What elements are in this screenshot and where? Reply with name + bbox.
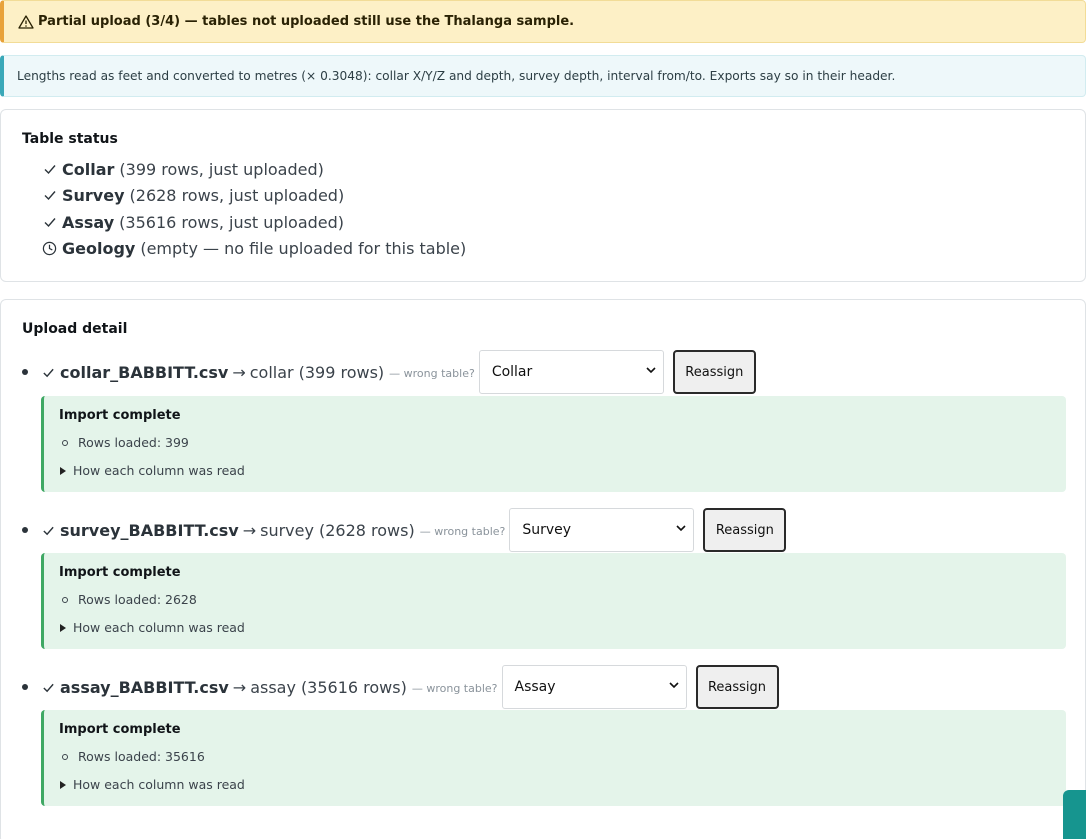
list-bullet	[22, 369, 28, 375]
rows-loaded-item: Rows loaded: 2628	[62, 592, 197, 607]
disclosure-triangle-icon	[60, 623, 66, 632]
table-select[interactable]: Assay	[501, 665, 687, 709]
upload-table-name: collar	[249, 362, 294, 382]
column-details-toggle[interactable]: How each column was read	[60, 620, 245, 635]
upload-detail-title: Upload detail	[22, 321, 128, 337]
upload-item-assay: assay_BABBITT.csv → assay (35616 rows) —…	[22, 665, 779, 709]
import-result-assay: Import complete Rows loaded: 35616 How e…	[41, 710, 1066, 806]
arrow-right-icon: →	[232, 677, 247, 697]
upload-detail-card: Upload detail collar_BABBITT.csv → colla…	[0, 299, 1086, 839]
status-item-detail: (35616 rows, just uploaded)	[119, 212, 345, 232]
check-icon	[41, 161, 58, 178]
table-select-value: Survey	[522, 522, 572, 538]
upload-item-survey: survey_BABBITT.csv → survey (2628 rows) …	[22, 508, 787, 552]
check-icon	[42, 365, 56, 379]
rows-loaded-text: Rows loaded: 399	[78, 435, 189, 450]
import-result-title: Import complete	[59, 565, 181, 580]
upload-filename: collar_BABBITT.csv	[60, 362, 229, 382]
status-item-name: Assay	[62, 212, 115, 232]
table-select-value: Collar	[491, 364, 533, 380]
wrong-table-label: — wrong table?	[389, 367, 475, 380]
upload-row-count: (399 rows)	[298, 362, 385, 382]
upload-table-name: assay	[250, 677, 296, 697]
upload-filename: survey_BABBITT.csv	[60, 520, 239, 540]
list-circle-icon	[62, 596, 68, 603]
chevron-down-icon	[675, 522, 687, 538]
list-bullet	[22, 527, 28, 533]
clock-icon	[41, 240, 58, 257]
reassign-button[interactable]: Reassign	[695, 665, 779, 709]
status-item-assay: Assay (35616 rows, just uploaded)	[41, 211, 344, 233]
column-details-label: How each column was read	[73, 463, 245, 478]
status-item-collar: Collar (399 rows, just uploaded)	[41, 158, 324, 180]
status-item-detail: (2628 rows, just uploaded)	[129, 185, 345, 205]
status-item-geology: Geology (empty — no file uploaded for th…	[41, 237, 466, 259]
status-item-survey: Survey (2628 rows, just uploaded)	[41, 184, 344, 206]
list-circle-icon	[62, 439, 68, 446]
table-status-title: Table status	[22, 131, 118, 147]
table-status-card: Table status Collar (399 rows, just uplo…	[0, 109, 1086, 282]
check-icon	[42, 680, 56, 694]
chevron-down-icon	[668, 679, 680, 695]
disclosure-triangle-icon	[60, 780, 66, 789]
rows-loaded-text: Rows loaded: 2628	[78, 592, 197, 607]
import-result-title: Import complete	[59, 408, 181, 423]
unit-conversion-info: Lengths read as feet and converted to me…	[0, 55, 1086, 97]
arrow-right-icon: →	[232, 362, 246, 382]
list-bullet	[22, 684, 28, 690]
column-details-toggle[interactable]: How each column was read	[60, 777, 245, 792]
upload-table-name: survey	[260, 520, 314, 540]
partial-upload-warning: Partial upload (3/4) — tables not upload…	[0, 0, 1086, 43]
status-item-detail: (399 rows, just uploaded)	[119, 159, 324, 179]
reassign-button[interactable]: Reassign	[672, 350, 756, 394]
table-select-value: Assay	[514, 679, 556, 695]
check-icon	[41, 187, 58, 204]
upload-item-collar: collar_BABBITT.csv → collar (399 rows) —…	[22, 350, 756, 394]
rows-loaded-text: Rows loaded: 35616	[78, 749, 205, 764]
list-circle-icon	[62, 753, 68, 760]
info-text: Lengths read as feet and converted to me…	[17, 69, 896, 83]
rows-loaded-item: Rows loaded: 35616	[62, 749, 205, 764]
table-select[interactable]: Survey	[509, 508, 695, 552]
disclosure-triangle-icon	[60, 466, 66, 475]
warning-triangle-icon	[18, 14, 34, 30]
table-select[interactable]: Collar	[478, 350, 664, 394]
column-details-label: How each column was read	[73, 777, 245, 792]
import-result-title: Import complete	[59, 722, 181, 737]
reassign-button[interactable]: Reassign	[703, 508, 787, 552]
column-details-toggle[interactable]: How each column was read	[60, 463, 245, 478]
warning-text: Partial upload (3/4) — tables not upload…	[38, 14, 575, 29]
check-icon	[41, 214, 58, 231]
rows-loaded-item: Rows loaded: 399	[62, 435, 189, 450]
status-item-name: Survey	[62, 185, 125, 205]
status-item-name: Collar	[62, 159, 115, 179]
floating-panel-tab[interactable]	[1063, 790, 1086, 839]
wrong-table-label: — wrong table?	[419, 525, 506, 538]
arrow-right-icon: →	[242, 520, 257, 540]
chevron-down-icon	[645, 364, 657, 380]
import-result-collar: Import complete Rows loaded: 399 How eac…	[41, 396, 1066, 492]
check-icon	[42, 523, 56, 537]
status-item-detail: (empty — no file uploaded for this table…	[140, 238, 467, 258]
wrong-table-label: — wrong table?	[411, 682, 498, 695]
import-result-survey: Import complete Rows loaded: 2628 How ea…	[41, 553, 1066, 649]
column-details-label: How each column was read	[73, 620, 245, 635]
upload-filename: assay_BABBITT.csv	[60, 677, 229, 697]
upload-row-count: (35616 rows)	[300, 677, 407, 697]
upload-row-count: (2628 rows)	[318, 520, 415, 540]
status-item-name: Geology	[62, 238, 136, 258]
